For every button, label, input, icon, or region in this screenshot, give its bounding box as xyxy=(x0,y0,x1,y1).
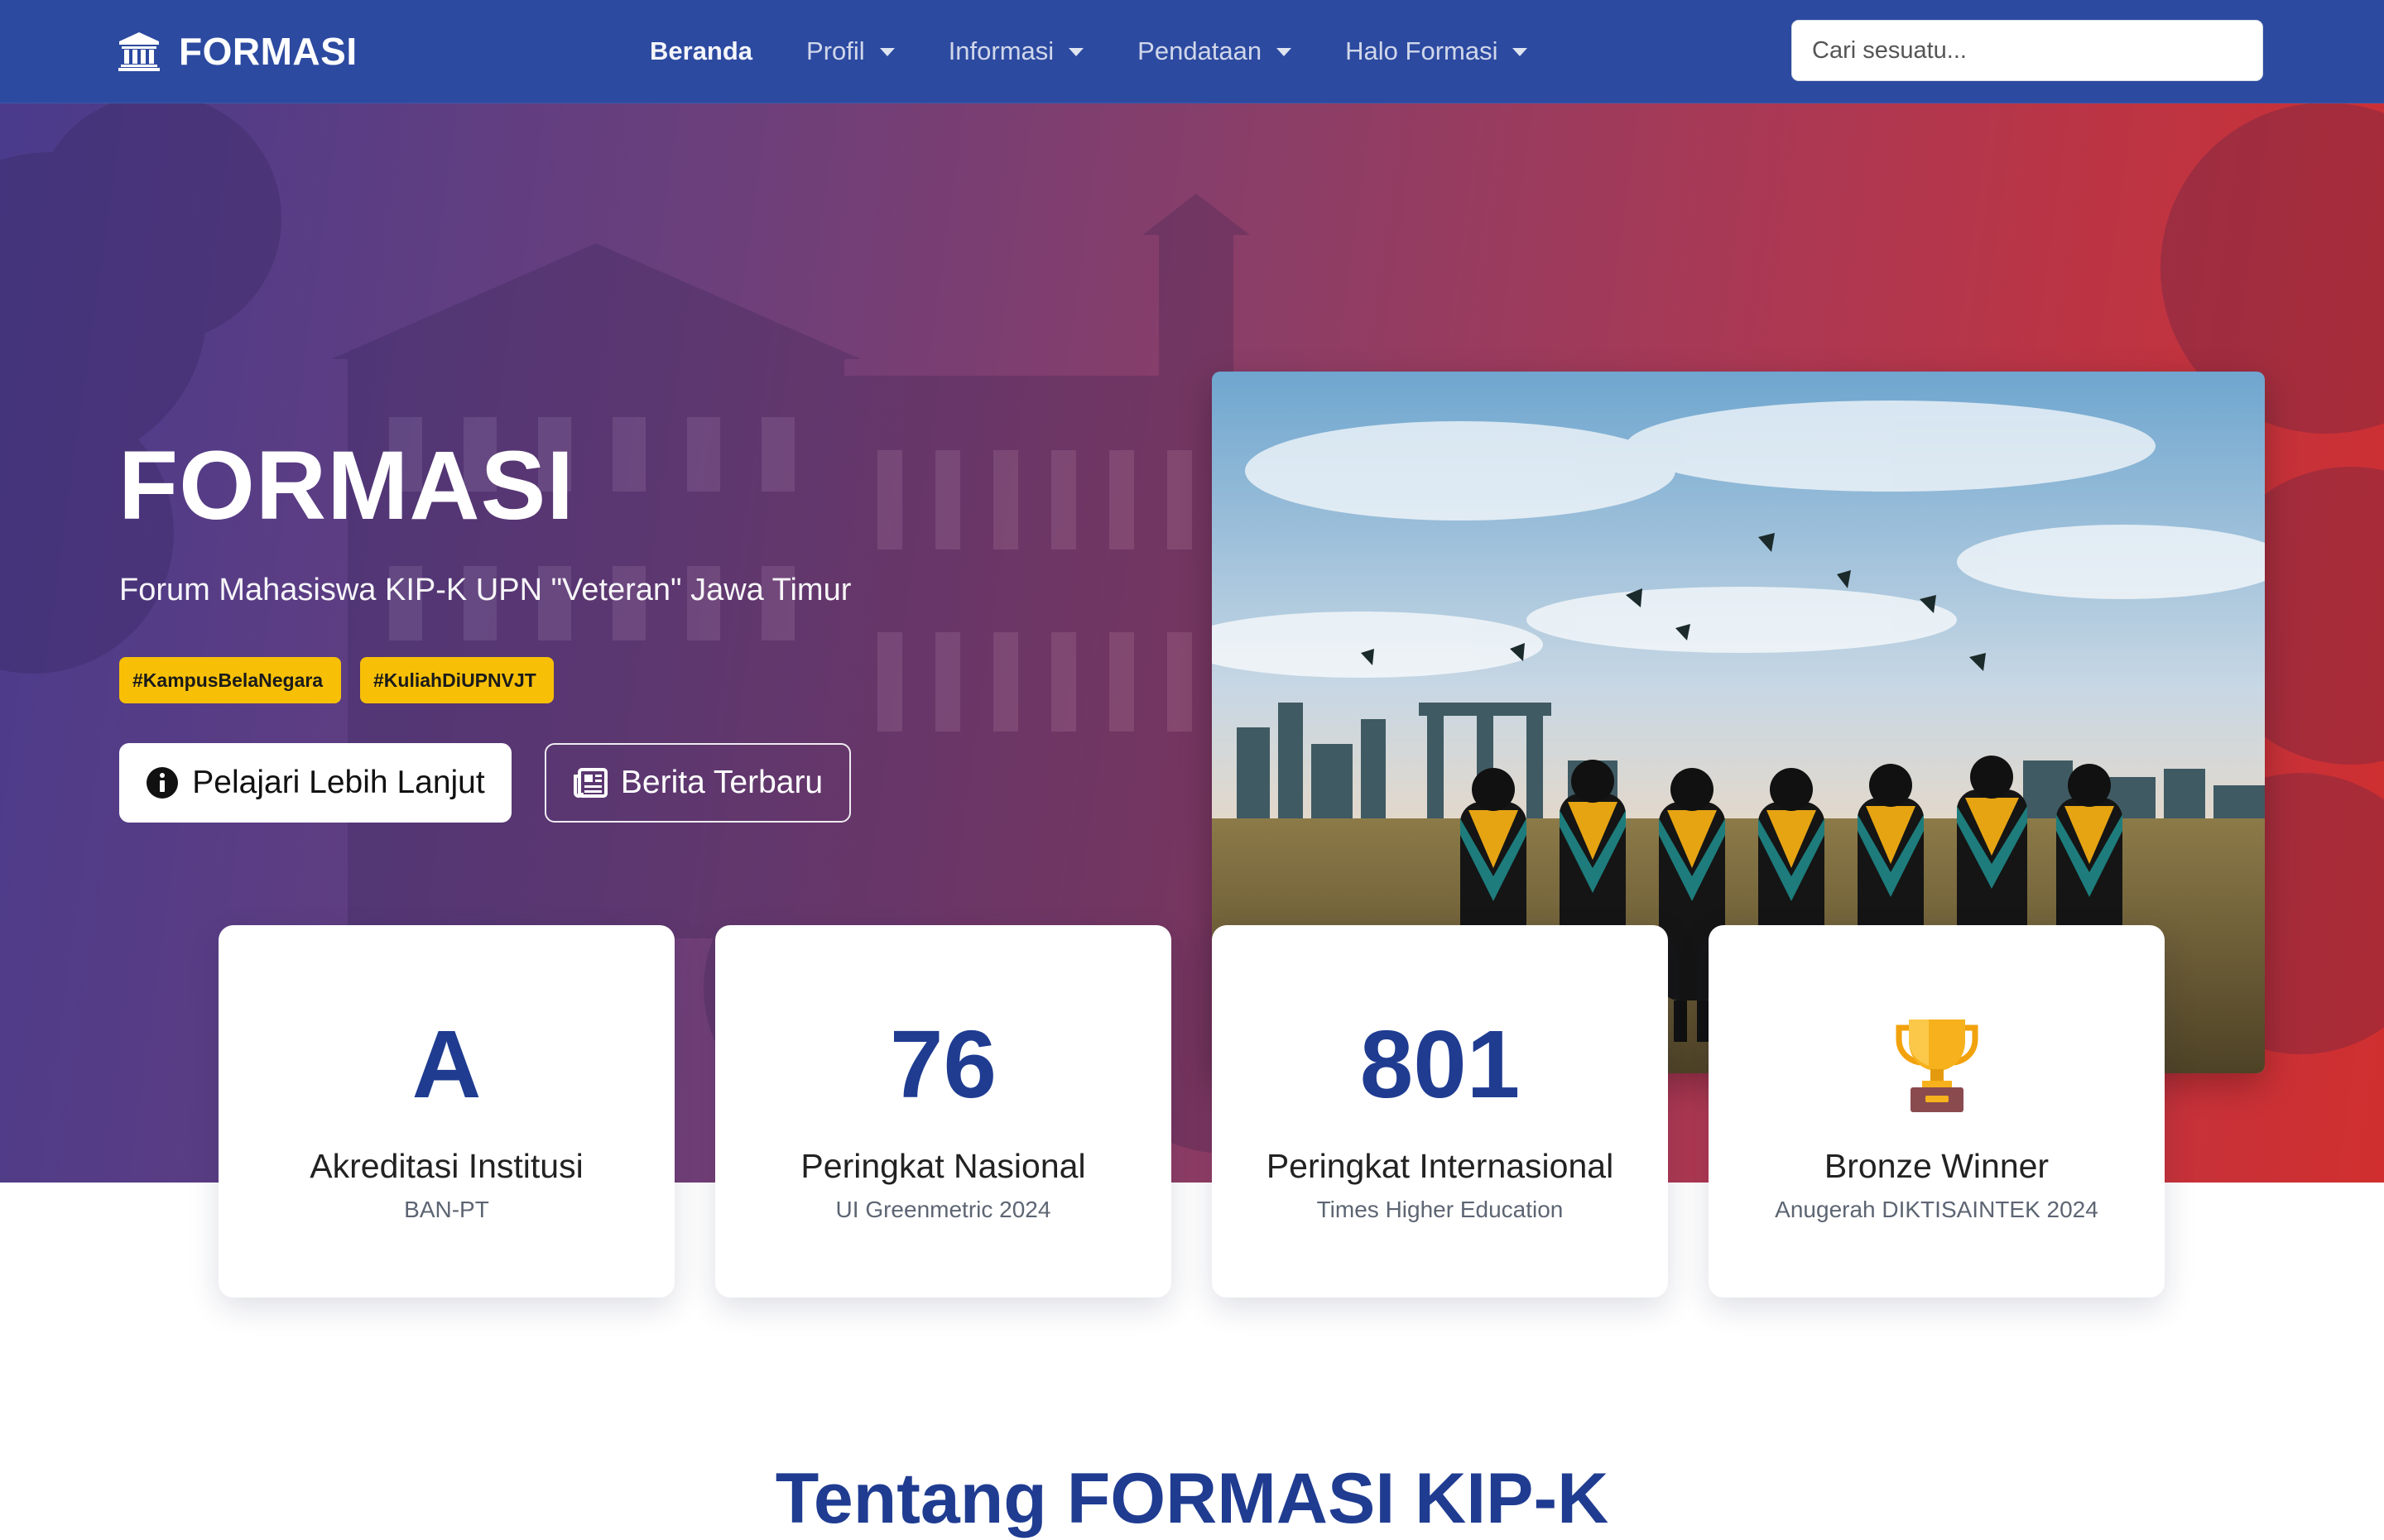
stat-card-accreditation: A Akreditasi Institusi BAN-PT xyxy=(219,925,675,1298)
nav-item-label: Pendataan xyxy=(1137,36,1262,65)
nav-item-pendataan[interactable]: Pendataan xyxy=(1137,36,1292,66)
hashtag-badge: #KampusBelaNegara xyxy=(119,657,341,703)
stat-card-international-rank: 801 Peringkat Internasional Times Higher… xyxy=(1212,925,1668,1298)
nav-item-label: Profil xyxy=(806,36,865,65)
latest-news-label: Berita Terbaru xyxy=(620,765,824,800)
stat-card-national-rank: 76 Peringkat Nasional UI Greenmetric 202… xyxy=(715,925,1171,1298)
stat-sub: Anugerah DIKTISAINTEK 2024 xyxy=(1775,1197,2098,1222)
newspaper-icon xyxy=(573,768,608,798)
brand-link[interactable]: FORMASI xyxy=(118,25,358,78)
nav-item-label: Beranda xyxy=(650,36,753,65)
about-section-title: Tentang FORMASI KIP-K xyxy=(775,1459,1609,1538)
stat-label: Akreditasi Institusi xyxy=(310,1147,584,1185)
learn-more-label: Pelajari Lebih Lanjut xyxy=(192,765,485,800)
hashtag-badge: #KuliahDiUPNVJT xyxy=(360,657,554,703)
navbar: FORMASI Beranda Profil Informasi Pendata… xyxy=(0,0,2384,103)
stat-value: A xyxy=(411,1010,482,1118)
caret-down-icon xyxy=(1069,48,1084,56)
nav-item-profil[interactable]: Profil xyxy=(806,36,895,66)
stat-card-award: Bronze Winner Anugerah DIKTISAINTEK 2024 xyxy=(1709,925,2165,1298)
stat-value: 76 xyxy=(889,1010,997,1118)
search-input[interactable] xyxy=(1791,20,2263,81)
nav-item-beranda[interactable]: Beranda xyxy=(650,36,752,66)
stat-sub: BAN-PT xyxy=(404,1197,489,1222)
nav-item-informasi[interactable]: Informasi xyxy=(949,36,1084,66)
hero-subtitle: Forum Mahasiswa KIP-K UPN "Veteran" Jawa… xyxy=(119,573,852,607)
stat-value: 801 xyxy=(1359,1010,1521,1118)
caret-down-icon xyxy=(879,48,895,56)
hero-title: FORMASI xyxy=(118,431,575,540)
caret-down-icon xyxy=(1276,48,1292,56)
trophy-icon xyxy=(1896,1019,1978,1112)
brand-name: FORMASI xyxy=(179,30,358,73)
info-circle-icon xyxy=(147,767,179,799)
learn-more-button[interactable]: Pelajari Lebih Lanjut xyxy=(119,743,512,823)
stat-sub: UI Greenmetric 2024 xyxy=(835,1197,1051,1222)
stat-label: Peringkat Nasional xyxy=(800,1147,1086,1185)
nav-item-label: Halo Formasi xyxy=(1345,36,1498,65)
nav-item-halo-formasi[interactable]: Halo Formasi xyxy=(1345,36,1528,66)
stat-label: Bronze Winner xyxy=(1824,1147,2050,1185)
nav-item-label: Informasi xyxy=(948,36,1055,65)
nav-menu: Beranda Profil Informasi Pendataan Halo … xyxy=(650,25,1581,78)
university-icon xyxy=(118,32,160,71)
stat-sub: Times Higher Education xyxy=(1316,1197,1564,1222)
latest-news-button[interactable]: Berita Terbaru xyxy=(545,743,851,823)
caret-down-icon xyxy=(1512,48,1528,56)
stat-label: Peringkat Internasional xyxy=(1266,1147,1614,1185)
